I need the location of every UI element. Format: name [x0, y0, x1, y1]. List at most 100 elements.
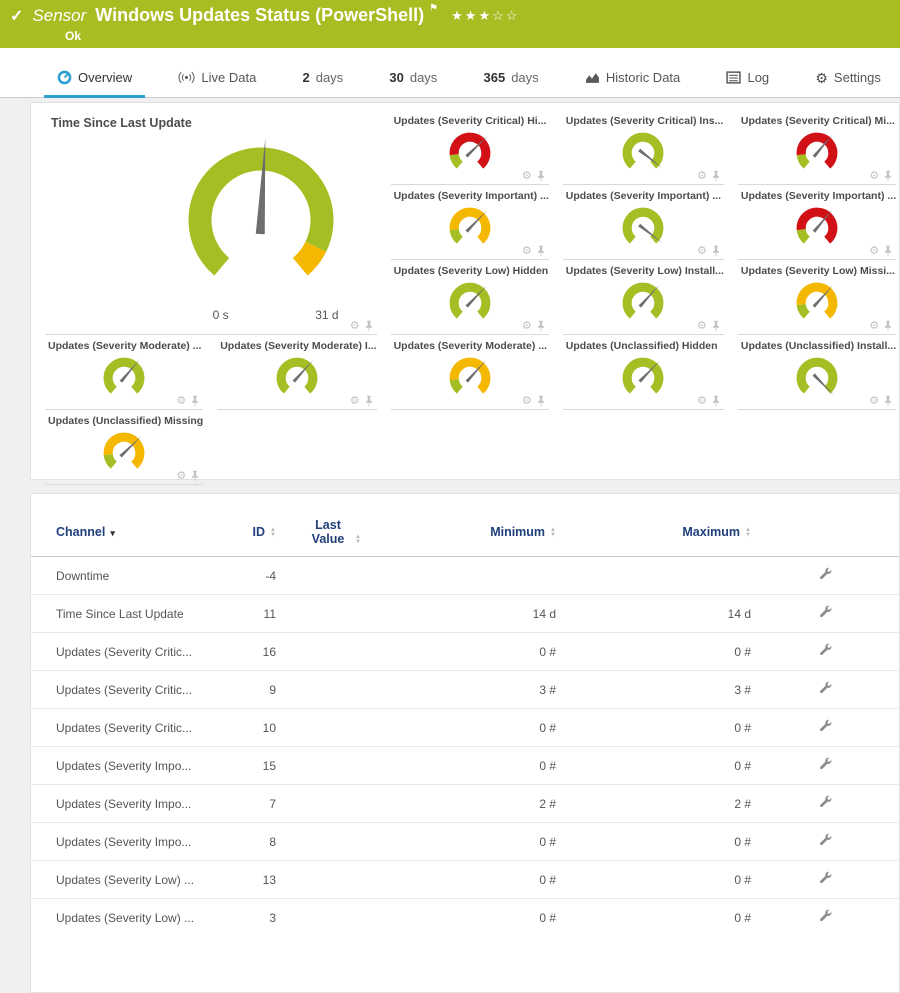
gear-icon[interactable]: ⚙ [869, 321, 879, 332]
sort-caret-icon: ▾ [110, 528, 115, 538]
table-row[interactable]: Time Since Last Update 11 14 d 14 d [31, 595, 899, 633]
table-row[interactable]: Updates (Severity Critic... 10 0 # 0 # [31, 709, 899, 747]
gauge-panel-updates-severity-critical-hi[interactable]: Updates (Severity Critical) Hi... ⚙ [391, 112, 549, 185]
wrench-icon[interactable] [818, 795, 832, 812]
gauge-panel-updates-severity-important[interactable]: Updates (Severity Important) ... ⚙ [391, 187, 549, 260]
gauge-title: Updates (Severity Critical) Hi... [391, 112, 549, 127]
priority-stars[interactable]: ★★★☆☆ [451, 8, 519, 24]
table-row[interactable]: Updates (Severity Critic... 16 0 # 0 # [31, 633, 899, 671]
gauge-panel-updates-severity-moderate[interactable]: Updates (Severity Moderate) ... ⚙ [45, 337, 203, 410]
table-row[interactable]: Updates (Severity Impo... 7 2 # 2 # [31, 785, 899, 823]
table-row[interactable]: Updates (Severity Impo... 15 0 # 0 # [31, 747, 899, 785]
wrench-icon[interactable] [818, 719, 832, 736]
wrench-icon[interactable] [818, 643, 832, 660]
pin-icon[interactable] [711, 245, 721, 257]
table-row[interactable]: Updates (Severity Low) ... 3 0 # 0 # [31, 899, 899, 937]
pin-icon[interactable] [536, 395, 546, 407]
pin-icon[interactable] [883, 170, 893, 182]
gauge-panel-updates-severity-low-install[interactable]: Updates (Severity Low) Install... ⚙ [563, 262, 724, 335]
tab-2-days[interactable]: 2 days [289, 61, 356, 98]
tab-number: 365 [484, 70, 506, 85]
live-data-icon [178, 71, 195, 84]
wrench-icon[interactable] [818, 833, 832, 850]
pin-icon[interactable] [190, 395, 200, 407]
pin-icon[interactable] [711, 320, 721, 332]
channel-id: -4 [221, 557, 276, 595]
table-row[interactable]: Updates (Severity Low) ... 13 0 # 0 # [31, 861, 899, 899]
wrench-icon[interactable] [818, 757, 832, 774]
table-row[interactable]: Downtime -4 [31, 557, 899, 595]
tab-log[interactable]: Log [713, 61, 782, 98]
gauge-panel-updates-severity-low-hidden[interactable]: Updates (Severity Low) Hidden ⚙ [391, 262, 549, 335]
pin-icon[interactable] [711, 170, 721, 182]
tab-overview[interactable]: Overview [44, 61, 145, 98]
gear-icon[interactable]: ⚙ [176, 471, 186, 482]
pin-icon[interactable] [711, 395, 721, 407]
gauge-panel-updates-unclassified-missing[interactable]: Updates (Unclassified) Missing ⚙ [45, 412, 203, 485]
table-row[interactable]: Updates (Severity Impo... 8 0 # 0 # [31, 823, 899, 861]
gauge-panel-updates-severity-moderate[interactable]: Updates (Severity Moderate) ... ⚙ [391, 337, 549, 410]
gear-icon[interactable]: ⚙ [350, 396, 360, 407]
gear-icon[interactable]: ⚙ [522, 171, 532, 182]
wrench-icon[interactable] [818, 681, 832, 698]
gauge-panel-updates-severity-important[interactable]: Updates (Severity Important) ... ⚙ [563, 187, 724, 260]
pin-icon[interactable] [364, 395, 374, 407]
channel-last-value [276, 557, 391, 595]
pin-icon[interactable] [883, 245, 893, 257]
gauge-panel-updates-unclassified-hidden[interactable]: Updates (Unclassified) Hidden ⚙ [563, 337, 724, 410]
pin-icon[interactable] [536, 320, 546, 332]
wrench-icon[interactable] [818, 605, 832, 622]
wrench-icon[interactable] [818, 909, 832, 926]
gauge-title: Updates (Severity Important) ... [738, 187, 896, 202]
channel-id: 8 [221, 823, 276, 861]
pin-icon[interactable] [883, 395, 893, 407]
gear-icon[interactable]: ⚙ [697, 396, 707, 407]
pin-icon[interactable] [364, 320, 374, 332]
tab-settings[interactable]: ⚙ Settings [802, 61, 894, 98]
pin-icon[interactable] [883, 320, 893, 332]
gear-icon[interactable]: ⚙ [697, 246, 707, 257]
channel-last-value [276, 823, 391, 861]
gear-icon[interactable]: ⚙ [869, 246, 879, 257]
column-header-channel[interactable]: Channel▾ [31, 510, 221, 557]
gear-icon[interactable]: ⚙ [869, 396, 879, 407]
column-header-last-value[interactable]: Last Value▲▼ [276, 510, 391, 557]
tab-365-days[interactable]: 365 days [471, 61, 552, 98]
tab-30-days[interactable]: 30 days [376, 61, 450, 98]
gauge-panel-updates-unclassified-install[interactable]: Updates (Unclassified) Install... ⚙ [738, 337, 896, 410]
pin-icon[interactable] [190, 470, 200, 482]
channel-last-value [276, 671, 391, 709]
gauge-chart [268, 353, 326, 403]
wrench-icon[interactable] [818, 871, 832, 888]
tab-live-data[interactable]: Live Data [165, 61, 269, 98]
flag-icon[interactable]: ⚑ [429, 3, 438, 14]
gear-icon[interactable]: ⚙ [522, 246, 532, 257]
pin-icon[interactable] [536, 170, 546, 182]
pin-icon[interactable] [536, 245, 546, 257]
gear-icon[interactable]: ⚙ [697, 321, 707, 332]
gear-icon[interactable]: ⚙ [697, 171, 707, 182]
table-row[interactable]: Updates (Severity Critic... 9 3 # 3 # [31, 671, 899, 709]
sort-arrows-icon: ▲▼ [270, 528, 276, 538]
column-header-id[interactable]: ID▲▼ [221, 510, 276, 557]
column-header-maximum[interactable]: Maximum▲▼ [556, 510, 751, 557]
gauge-panel-time-since-last-update[interactable]: Time Since Last Update 0 s 31 d ⚙ [45, 112, 377, 335]
wrench-icon[interactable] [818, 567, 832, 584]
sort-arrows-icon: ▲▼ [745, 528, 751, 538]
sort-arrows-icon: ▲▼ [355, 535, 361, 545]
gear-icon[interactable]: ⚙ [176, 396, 186, 407]
gauge-title: Updates (Severity Important) ... [563, 187, 724, 202]
gauge-icon [57, 70, 72, 85]
column-header-minimum[interactable]: Minimum▲▼ [391, 510, 556, 557]
gauge-panel-updates-severity-important[interactable]: Updates (Severity Important) ... ⚙ [738, 187, 896, 260]
gauge-chart [441, 353, 499, 403]
gear-icon[interactable]: ⚙ [869, 171, 879, 182]
gauge-panel-updates-severity-critical-mi[interactable]: Updates (Severity Critical) Mi... ⚙ [738, 112, 896, 185]
gear-icon[interactable]: ⚙ [522, 396, 532, 407]
gear-icon[interactable]: ⚙ [522, 321, 532, 332]
gear-icon[interactable]: ⚙ [350, 321, 360, 332]
gauge-panel-updates-severity-low-missi[interactable]: Updates (Severity Low) Missi... ⚙ [738, 262, 896, 335]
tab-historic-data[interactable]: Historic Data [572, 61, 693, 98]
gauge-panel-updates-severity-moderate-i[interactable]: Updates (Severity Moderate) I... ⚙ [217, 337, 376, 410]
gauge-panel-updates-severity-critical-ins[interactable]: Updates (Severity Critical) Ins... ⚙ [563, 112, 724, 185]
